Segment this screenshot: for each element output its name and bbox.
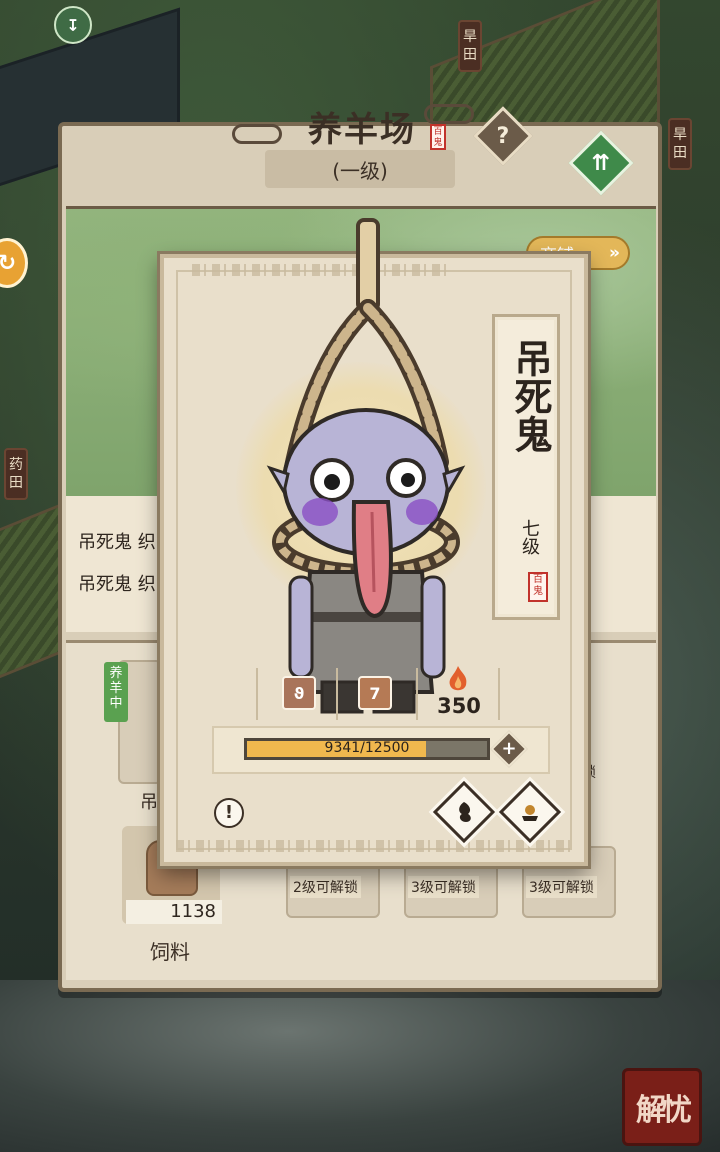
ghost-name: 吊死鬼	[508, 339, 553, 453]
raising-status-tag: 养羊中	[104, 662, 128, 722]
upgrade-arrow-icon: ⇈	[591, 150, 611, 176]
xp-progress-text: 9341/12500	[324, 740, 410, 756]
panel-title-wrap: 养羊场	[232, 96, 492, 156]
feed-label: 饲料	[150, 940, 190, 964]
stat-divider	[416, 668, 418, 720]
plus-icon: +	[501, 738, 517, 759]
stat-divider	[336, 668, 338, 720]
map-tag-herb-field[interactable]: 药田	[4, 448, 28, 500]
feed-count: 1138	[126, 900, 222, 924]
fret-border-bottom	[176, 840, 572, 852]
log-entry: 吊死鬼 织	[78, 574, 156, 595]
unlock-hint-3: 3级可解锁	[526, 876, 597, 898]
xp-progress-bar: 9341/12500	[244, 738, 490, 760]
log-entry: 吊死鬼 织	[78, 532, 156, 553]
ghost-smoke-icon	[445, 793, 483, 831]
hundred-ghosts-seal: 百鬼	[430, 124, 446, 150]
jieyou-corner-button[interactable]: 解忧	[622, 1068, 702, 1146]
panel-title: 养羊场	[308, 109, 416, 150]
chevron-right-icon: »	[609, 243, 620, 263]
spirit-icon[interactable]: ϑ	[282, 676, 316, 710]
info-button[interactable]: !	[214, 798, 244, 828]
level-badge-icon[interactable]: 7	[358, 676, 392, 710]
hanged-ghost-illustration	[262, 212, 482, 732]
fire-icon	[444, 664, 472, 694]
map-tag-dry-field-2[interactable]: 旱田	[668, 118, 692, 170]
slot-ghost-name: 吊	[140, 792, 158, 813]
panel-level: (一级)	[265, 150, 455, 188]
stat-divider	[498, 668, 500, 720]
level-badge-number: 7	[369, 683, 381, 703]
map-marker-icon[interactable]: ↧	[54, 6, 92, 44]
hundred-ghosts-seal-plaque: 百鬼	[528, 572, 548, 602]
fire-value: 350	[437, 694, 481, 718]
offering-icon	[511, 793, 549, 831]
unlock-hint-1: 2级可解锁	[290, 876, 361, 898]
ghost-figure	[266, 218, 466, 714]
question-icon: ?	[496, 123, 510, 149]
stat-divider	[256, 668, 258, 720]
misty-river	[0, 980, 720, 1152]
unlock-hint-2: 3级可解锁	[408, 876, 479, 898]
map-tag-dry-field-1[interactable]: 旱田	[458, 20, 482, 72]
ghost-level: 七级	[519, 519, 540, 555]
